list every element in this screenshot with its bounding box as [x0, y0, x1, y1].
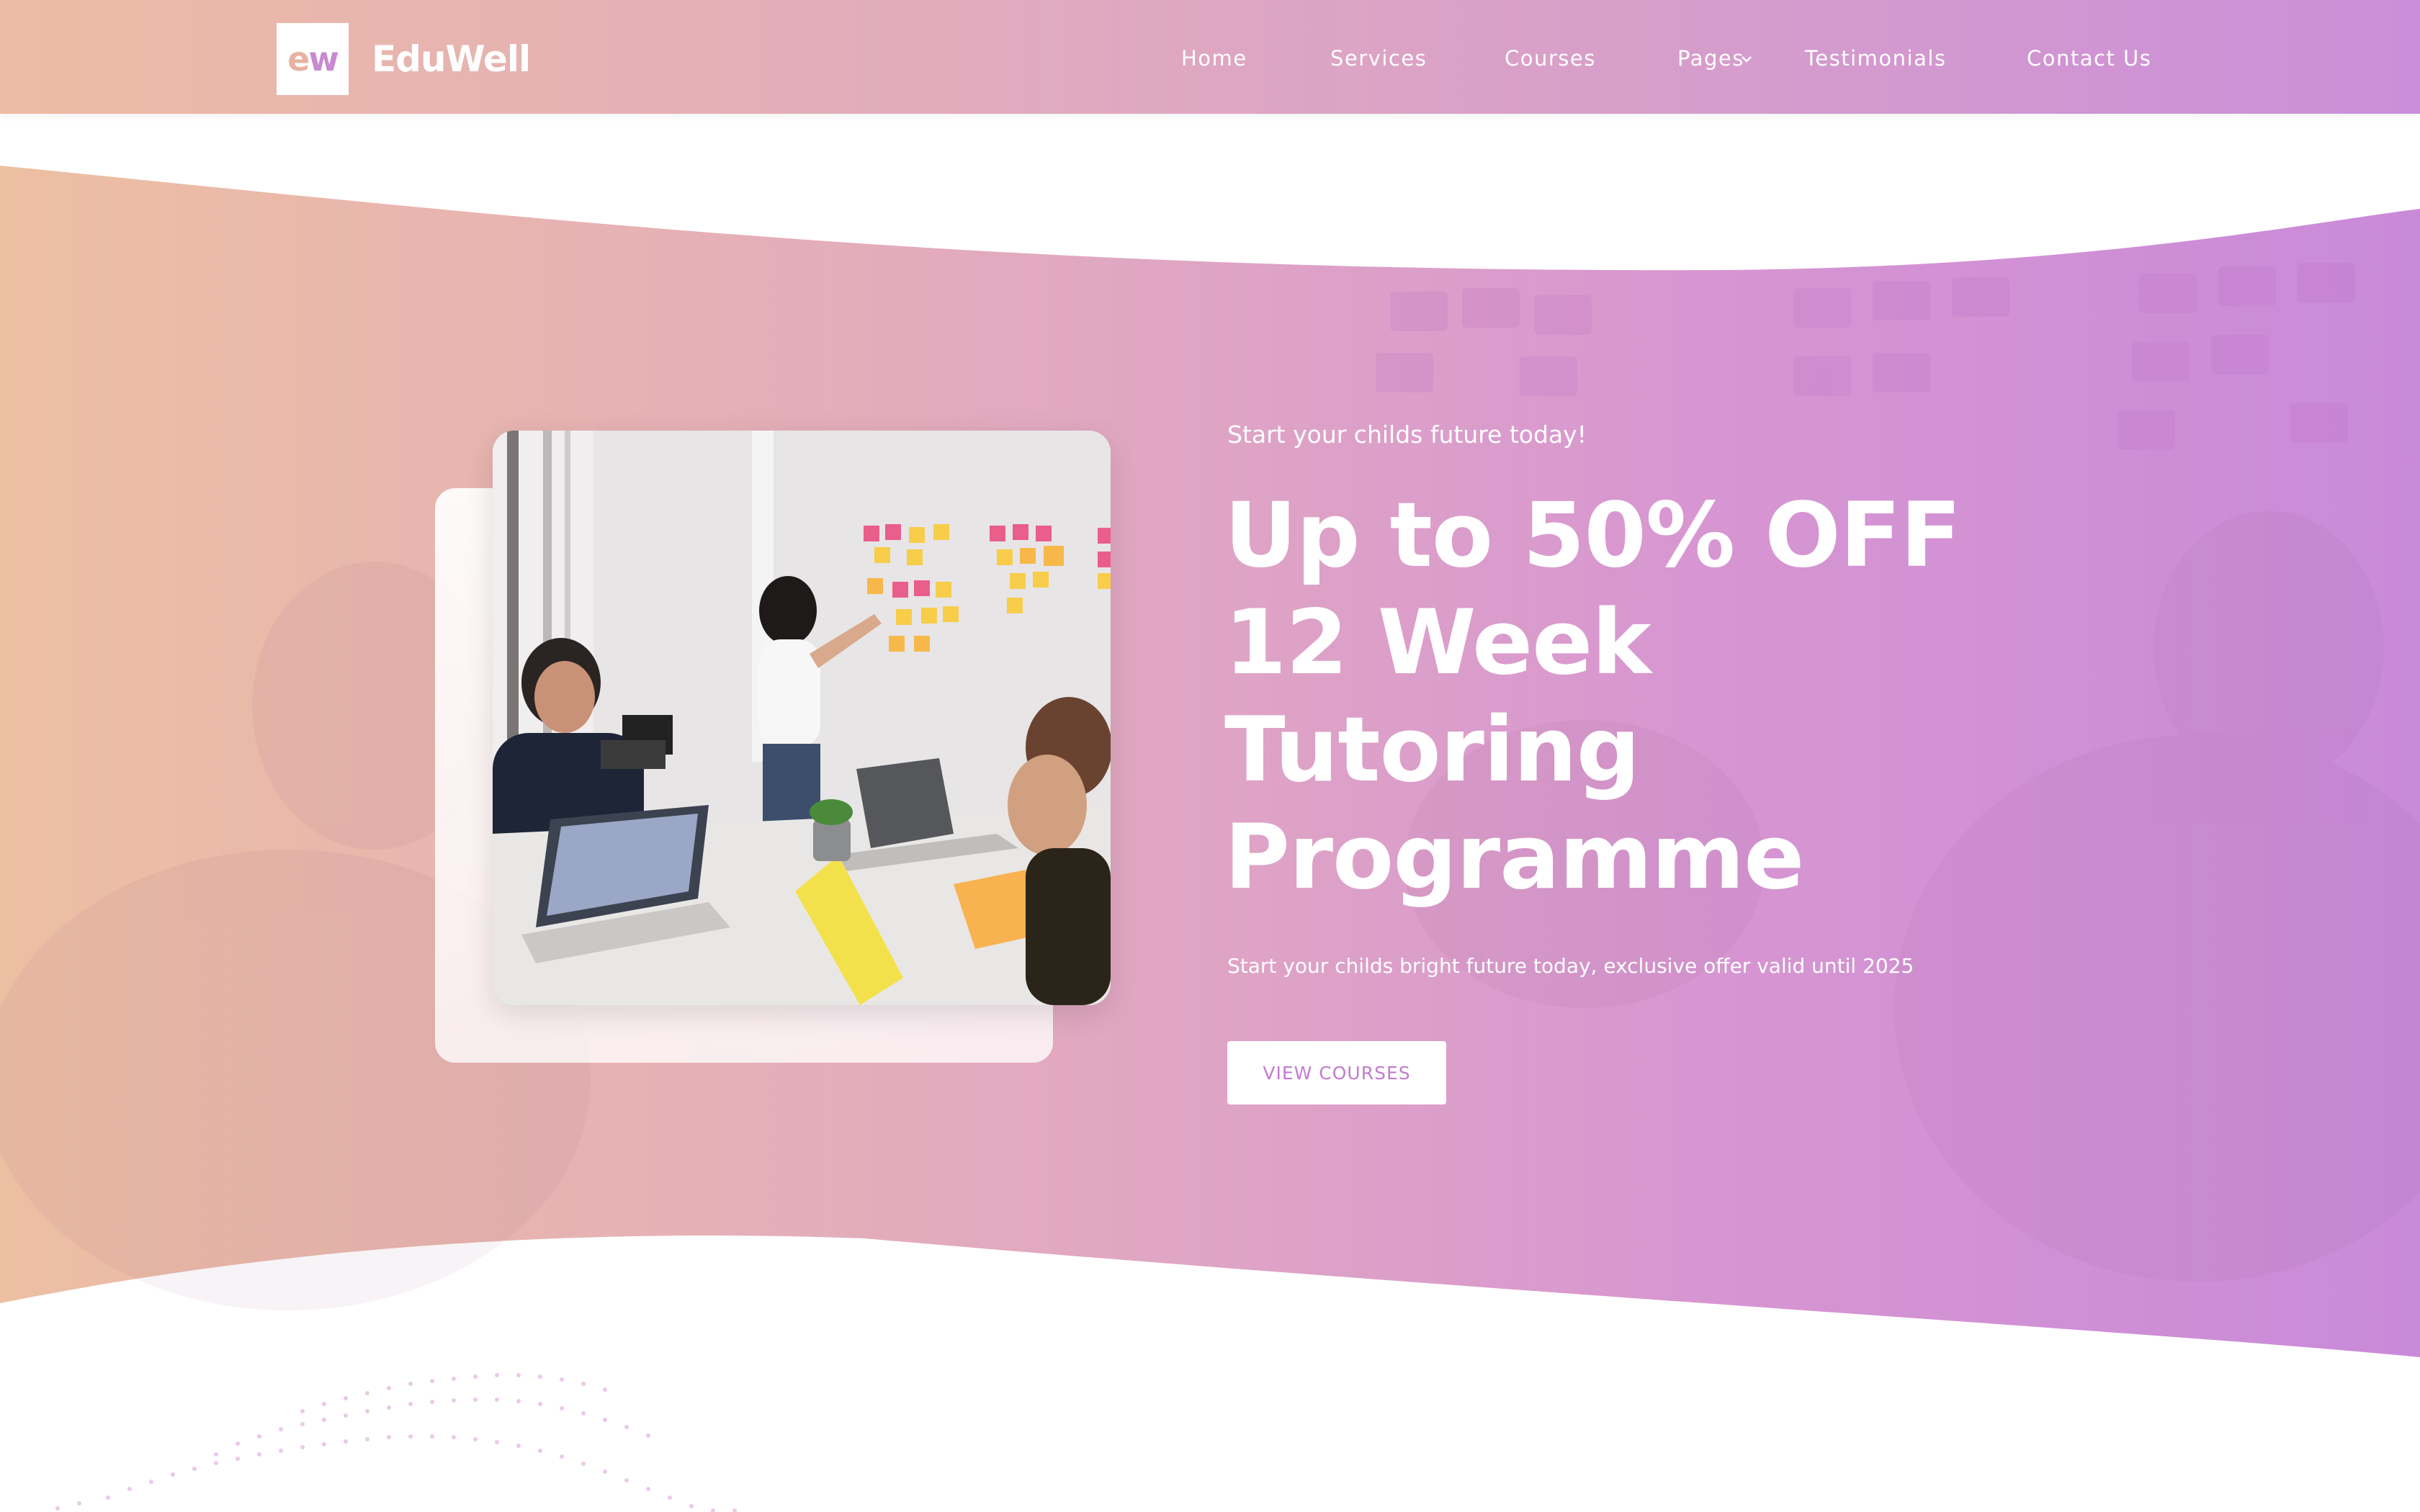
headline-line: Up to 50% OFF	[1224, 484, 1961, 588]
classroom-photo	[493, 431, 1111, 1005]
nav-pages[interactable]: Pages	[1677, 42, 1744, 75]
headline-line: Programme	[1224, 806, 1804, 909]
headline-line: 12 Week	[1224, 591, 1652, 695]
top-navigation-bar: ew EduWell Home Services Courses Pages T…	[0, 0, 2420, 114]
logo-mark[interactable]: ew	[277, 23, 349, 95]
hero-headline: Up to 50% OFF 12 Week Tutoring Programme	[1224, 482, 1961, 912]
brand-name[interactable]: EduWell	[372, 37, 531, 81]
view-courses-button[interactable]: VIEW COURSES	[1227, 1041, 1446, 1104]
hero-background	[0, 166, 2420, 1512]
hero-tagline: Start your childs future today!	[1227, 420, 1587, 449]
chevron-down-icon[interactable]	[1739, 48, 1754, 69]
nav-home[interactable]: Home	[1181, 42, 1247, 75]
logo-letter-w: w	[308, 40, 339, 78]
headline-line: Tutoring	[1224, 698, 1640, 802]
hero-subtext: Start your childs bright future today, e…	[1227, 954, 1914, 978]
nav-contact-us[interactable]: Contact Us	[2027, 42, 2151, 75]
logo-letter-e: e	[287, 40, 310, 78]
nav-testimonials[interactable]: Testimonials	[1805, 42, 1947, 75]
nav-courses[interactable]: Courses	[1505, 42, 1596, 75]
nav-services[interactable]: Services	[1330, 42, 1427, 75]
